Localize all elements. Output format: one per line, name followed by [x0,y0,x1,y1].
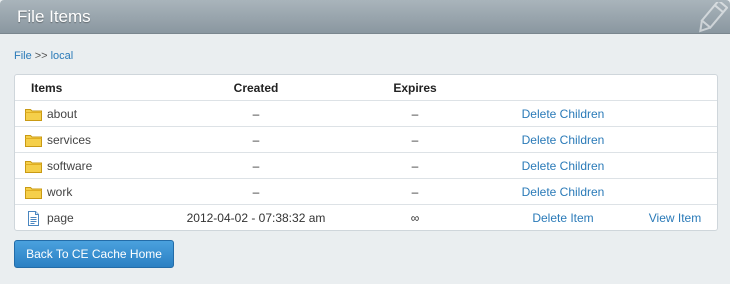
title-bar: File Items [0,0,730,34]
item-name[interactable]: services [47,127,91,153]
folder-icon [25,185,42,199]
item-expires: – [411,159,419,173]
folder-icon [25,107,42,121]
table-row: services – – Delete Children [15,127,717,153]
back-to-home-button[interactable]: Back To CE Cache Home [14,240,174,268]
item-expires: – [411,107,419,121]
item-created: 2012-04-02 - 07:38:32 am [186,211,326,225]
item-created: – [252,159,260,173]
item-name[interactable]: work [47,179,72,205]
view-item-link[interactable]: View Item [637,205,713,230]
folder-icon [25,133,42,147]
item-created: – [252,133,260,147]
delete-children-link[interactable]: Delete Children [495,153,631,179]
item-expires: – [411,133,419,147]
item-name[interactable]: page [47,205,74,230]
breadcrumb: File >> local [14,50,73,62]
item-expires: ∞ [410,211,420,225]
pencil-icon [694,2,728,36]
table-row: page 2012-04-02 - 07:38:32 am ∞ Delete I… [15,205,717,230]
table-header: Items Created Expires [15,75,717,101]
table-row: about – – Delete Children [15,101,717,127]
column-header-expires: Expires [393,81,437,95]
file-items-table: Items Created Expires about – – Delete C… [14,74,718,231]
breadcrumb-link-local[interactable]: local [51,50,74,62]
item-name[interactable]: about [47,101,77,127]
column-header-items: Items [31,81,63,95]
item-name[interactable]: software [47,153,92,179]
delete-item-link[interactable]: Delete Item [495,205,631,230]
breadcrumb-separator: >> [34,50,48,62]
delete-children-link[interactable]: Delete Children [495,101,631,127]
table-row: software – – Delete Children [15,153,717,179]
column-header-created: Created [233,81,279,95]
item-created: – [252,185,260,199]
breadcrumb-link-file[interactable]: File [14,50,32,62]
delete-children-link[interactable]: Delete Children [495,179,631,205]
table-row: work – – Delete Children [15,179,717,205]
folder-icon [25,159,42,173]
item-expires: – [411,185,419,199]
item-created: – [252,107,260,121]
delete-children-link[interactable]: Delete Children [495,127,631,153]
document-icon [25,211,42,226]
page-title: File Items [17,7,91,26]
